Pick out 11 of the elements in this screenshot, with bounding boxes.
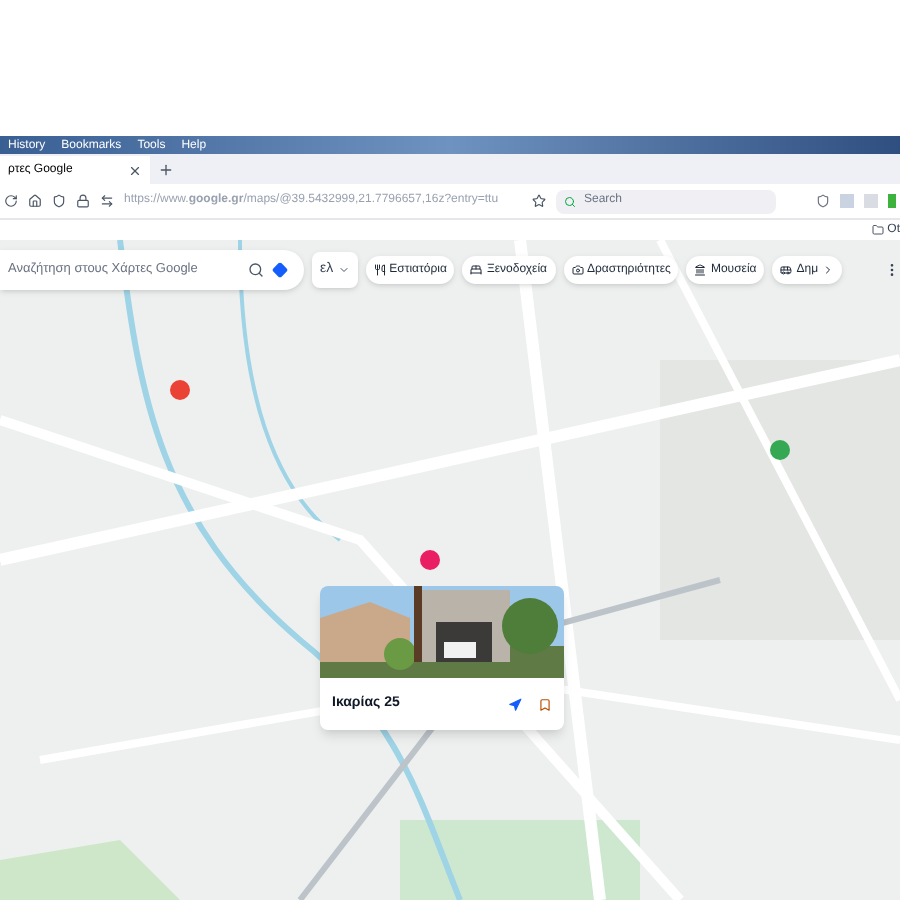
bookmark-star-icon[interactable] xyxy=(532,194,546,208)
permissions-icon[interactable] xyxy=(100,194,114,208)
lock-icon[interactable] xyxy=(76,194,90,208)
close-icon[interactable] xyxy=(128,163,142,177)
extension-icon[interactable] xyxy=(816,194,830,208)
folder-icon xyxy=(871,224,884,236)
home-icon[interactable] xyxy=(28,194,42,208)
new-tab-icon[interactable] xyxy=(158,162,174,178)
reload-icon[interactable] xyxy=(4,194,18,208)
search-icon xyxy=(564,195,576,207)
shield-icon[interactable] xyxy=(52,194,66,208)
